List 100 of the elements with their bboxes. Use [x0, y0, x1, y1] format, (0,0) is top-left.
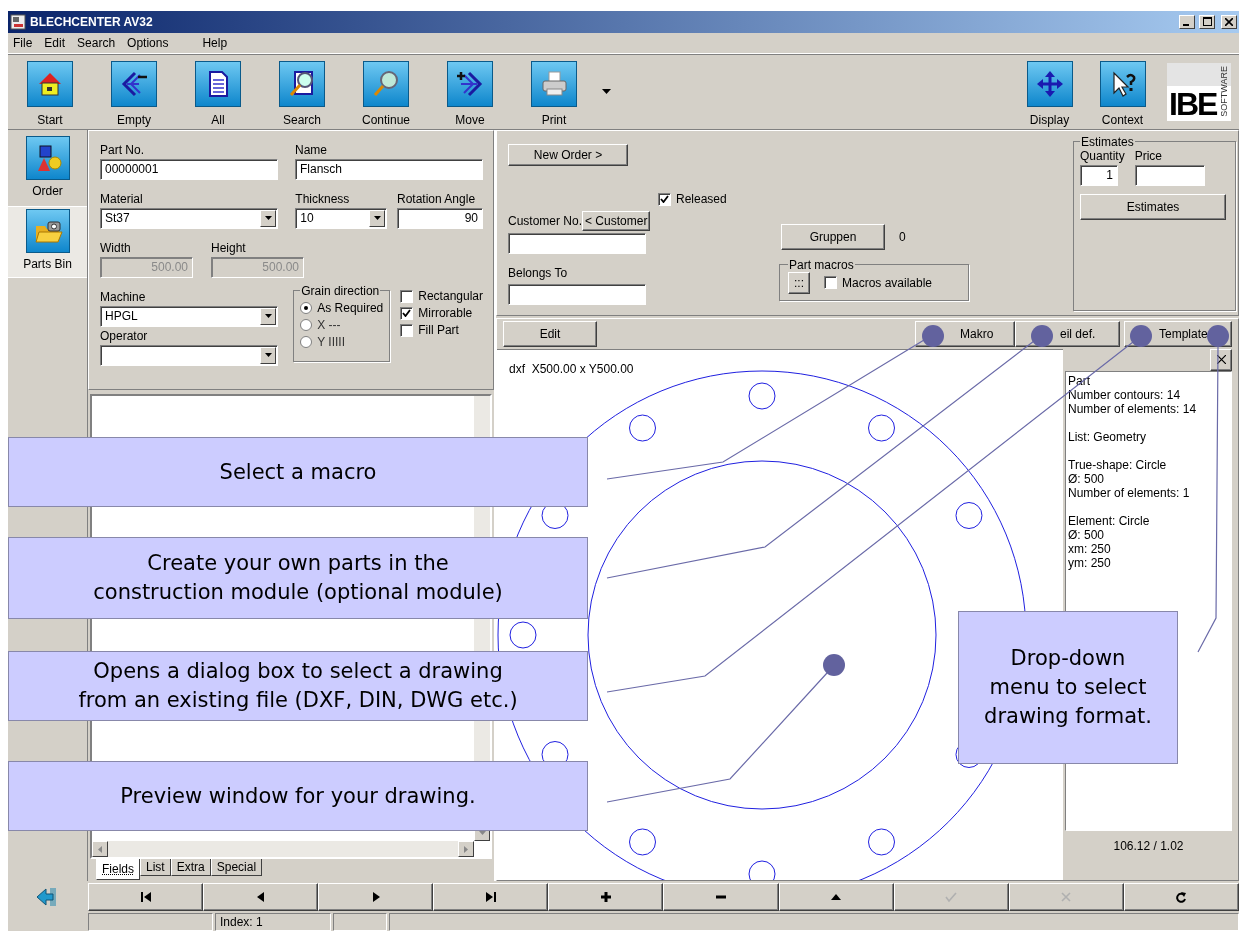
nav-button[interactable]: [1008, 883, 1124, 911]
magnifier-icon: [371, 68, 401, 99]
field-label: Operator: [100, 328, 149, 343]
status-segment: [333, 913, 387, 931]
callout-tooltip: Preview window for your drawing.: [8, 761, 588, 831]
customer-button[interactable]: < Customer: [582, 210, 651, 231]
nav-button[interactable]: [663, 883, 779, 911]
checkbox[interactable]: [400, 306, 414, 320]
menu-item[interactable]: Options: [126, 35, 170, 50]
field-label: Thickness: [295, 191, 351, 206]
toolbar-button[interactable]: Context: [1086, 60, 1159, 127]
toolbar-button[interactable]: Empty: [92, 60, 176, 127]
toolbar-button[interactable]: Print: [512, 60, 596, 127]
toolbar-button[interactable]: Continue: [344, 60, 428, 127]
checkbox[interactable]: [824, 276, 837, 290]
info-line: ym: 250: [1068, 555, 1112, 570]
caret-icon: [264, 216, 272, 221]
coordinates: 106.12 / 1.02: [1112, 838, 1185, 853]
group-title: Grain direction: [300, 283, 381, 298]
callout-tooltip: Select a macro: [8, 437, 588, 507]
estimates-button[interactable]: Estimates: [1080, 193, 1226, 220]
tab[interactable]: Special: [210, 859, 263, 876]
field-label: Name: [295, 142, 328, 157]
quantity-field[interactable]: 1: [1080, 164, 1118, 186]
dropdown[interactable]: St37: [100, 207, 278, 229]
tab[interactable]: Extra: [170, 859, 211, 876]
callout-dot: [823, 654, 845, 676]
nav-button[interactable]: [318, 883, 434, 911]
toolbar-button[interactable]: Display: [1013, 60, 1086, 127]
nav-button[interactable]: [778, 883, 894, 911]
window-title: BLECHCENTER AV32: [30, 15, 154, 29]
callout-tooltip: Create your own parts in the construction module (optional module): [8, 537, 588, 619]
text-field[interactable]: 00000001: [100, 158, 278, 180]
info-line: Number of elements: 14: [1068, 401, 1198, 416]
caret-icon: [264, 314, 272, 319]
checkbox[interactable]: [400, 289, 414, 303]
tab[interactable]: List: [140, 859, 171, 876]
checkbox-label: Macros available: [842, 275, 933, 290]
checkbox[interactable]: [658, 192, 671, 206]
nav-button[interactable]: [88, 883, 204, 911]
close-button[interactable]: [1210, 348, 1232, 371]
info-line: Number contours: 14: [1068, 387, 1182, 402]
radio-button[interactable]: [300, 319, 313, 332]
sidebar-item[interactable]: Parts Bin: [8, 205, 87, 278]
field-label: Belongs To: [508, 265, 569, 280]
menu-item[interactable]: Edit: [43, 35, 67, 50]
radio-label: Y IIIII: [317, 335, 346, 350]
field-label: Material: [100, 191, 144, 206]
tab[interactable]: Fields: [96, 859, 140, 880]
info-line: Ø: 500: [1068, 527, 1106, 542]
drawing-dimensions: dxf X500.00 x Y500.00: [509, 361, 634, 376]
info-line: Ø: 500: [1068, 471, 1105, 486]
maximize-button[interactable]: [1199, 15, 1215, 29]
nav-button[interactable]: [1123, 883, 1239, 911]
group-title: Part macros: [788, 257, 855, 272]
close-icon: [1216, 355, 1226, 365]
dropdown[interactable]: HPGL: [100, 305, 278, 327]
text-field[interactable]: 90: [397, 207, 483, 229]
radio-button[interactable]: [300, 302, 313, 315]
checkbox-label: Rectangular: [418, 289, 483, 304]
callout-dot: [1130, 325, 1152, 347]
menu-item[interactable]: Search: [76, 35, 117, 50]
callout-tooltip: Drop-down menu to select drawing format.: [958, 611, 1178, 764]
nav-button[interactable]: [893, 883, 1009, 911]
status-index: Index: 1: [215, 913, 331, 931]
callout-tooltip: Opens a dialog box to select a drawing from an existing file (DXF, DIN, DWG etc.): [8, 651, 588, 721]
nav-button[interactable]: [433, 883, 549, 911]
menu-item[interactable]: Help: [201, 35, 229, 50]
close-button[interactable]: [1221, 15, 1237, 29]
minimize-button[interactable]: [1179, 15, 1195, 29]
new-order-button[interactable]: New Order >: [508, 143, 628, 166]
dropdown-caret-icon[interactable]: [601, 88, 611, 94]
field-label: Rotation Angle: [397, 191, 477, 206]
text-field[interactable]: [508, 232, 646, 254]
dropdown[interactable]: 10: [295, 207, 388, 229]
menu-item[interactable]: File: [12, 35, 34, 50]
info-line: Part: [1068, 373, 1091, 388]
text-field[interactable]: [508, 283, 646, 305]
info-line: True-shape: Circle: [1068, 457, 1168, 472]
info-line: Number of elements: 1: [1068, 485, 1191, 500]
edit-button[interactable]: Edit: [503, 320, 597, 347]
nav-button[interactable]: [203, 883, 319, 911]
toolbar-button[interactable]: All: [176, 60, 260, 127]
sidebar-item[interactable]: Order: [8, 133, 87, 206]
caret-icon: [373, 216, 381, 221]
group-count: 0: [899, 229, 906, 244]
price-field[interactable]: [1134, 164, 1205, 186]
text-field[interactable]: Flansch: [295, 158, 483, 180]
toolbar-button[interactable]: Search: [260, 60, 344, 127]
field-label: Width: [100, 240, 132, 255]
groups-button[interactable]: Gruppen: [781, 223, 885, 250]
checkbox[interactable]: [400, 323, 414, 337]
toolbar-button[interactable]: Start: [8, 60, 92, 127]
dropdown[interactable]: [100, 344, 278, 366]
radio-button[interactable]: [300, 336, 313, 349]
toolbar-button[interactable]: Move: [428, 60, 512, 127]
caret-icon: [264, 353, 272, 358]
nav-button[interactable]: [548, 883, 664, 911]
macro-button[interactable]: :::: [788, 271, 810, 294]
info-line: xm: 250: [1068, 541, 1112, 556]
